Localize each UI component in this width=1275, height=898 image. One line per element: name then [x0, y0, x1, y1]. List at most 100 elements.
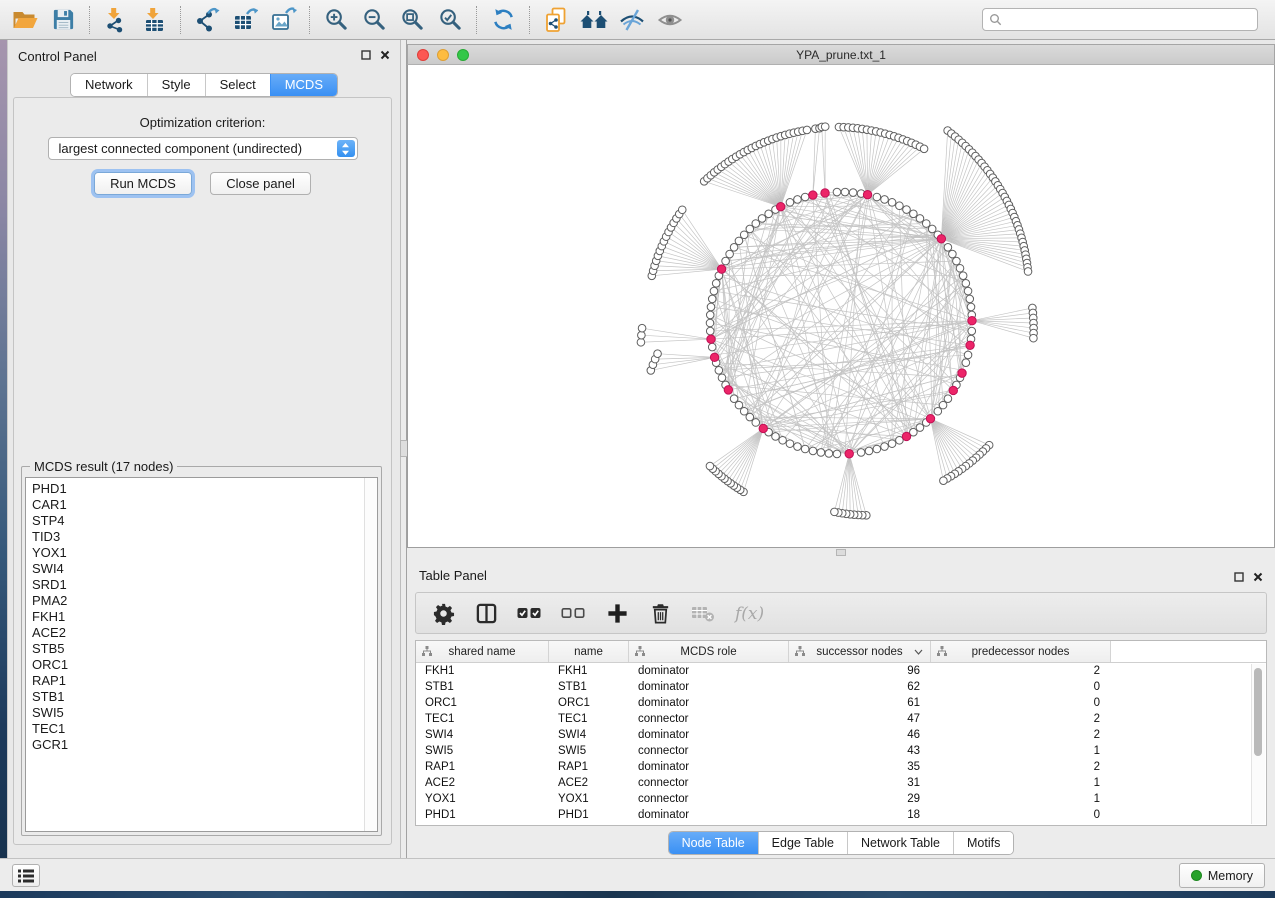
table-row[interactable]: TEC1TEC1connector472 [416, 711, 1266, 727]
mcds-result-node[interactable]: SRD1 [32, 577, 361, 593]
import-table-button[interactable] [137, 5, 171, 35]
mcds-result-node[interactable]: PMA2 [32, 593, 361, 609]
table-row[interactable]: PHD1PHD1dominator180 [416, 807, 1266, 823]
tab-edge-table[interactable]: Edge Table [758, 832, 847, 854]
network-window-titlebar[interactable]: YPA_prune.txt_1 [407, 44, 1275, 65]
mcds-result-list[interactable]: PHD1CAR1STP4TID3YOX1SWI4SRD1PMA2FKH1ACE2… [25, 477, 378, 832]
gear-button[interactable] [430, 598, 456, 628]
table-cell[interactable]: SWI5 [549, 743, 629, 759]
tab-mcds[interactable]: MCDS [270, 74, 337, 96]
table-cell[interactable]: 62 [789, 679, 931, 695]
table-row[interactable]: ORC1ORC1dominator610 [416, 695, 1266, 711]
mcds-result-node[interactable]: YOX1 [32, 545, 361, 561]
float-panel-icon[interactable] [1234, 569, 1244, 587]
table-row[interactable]: RAP1RAP1dominator352 [416, 759, 1266, 775]
mcds-result-node[interactable]: ORC1 [32, 657, 361, 673]
run-mcds-button[interactable]: Run MCDS [94, 172, 192, 195]
zoom-out-button[interactable] [357, 5, 391, 35]
mcds-result-node[interactable]: ACE2 [32, 625, 361, 641]
column-header-shared-name[interactable]: shared name [416, 641, 549, 662]
zoom-fit-button[interactable] [395, 5, 429, 35]
table-row[interactable]: FKH1FKH1dominator962 [416, 663, 1266, 679]
search-box[interactable] [982, 8, 1258, 31]
zoom-in-button[interactable] [319, 5, 353, 35]
table-scrollbar[interactable] [1251, 664, 1265, 824]
mcds-result-node[interactable]: STP4 [32, 513, 361, 529]
table-row[interactable]: SWI5SWI5connector431 [416, 743, 1266, 759]
table-cell[interactable]: YOX1 [549, 791, 629, 807]
table-cell[interactable]: 61 [789, 695, 931, 711]
search-input[interactable] [1006, 12, 1251, 28]
import-network-button[interactable] [99, 5, 133, 35]
table-cell[interactable]: 29 [789, 791, 931, 807]
table-cell[interactable]: ACE2 [549, 775, 629, 791]
close-panel-button[interactable]: Close panel [210, 172, 311, 195]
mcds-result-node[interactable]: RAP1 [32, 673, 361, 689]
mcds-result-node[interactable]: STB5 [32, 641, 361, 657]
table-cell[interactable]: 35 [789, 759, 931, 775]
column-header-successor-nodes[interactable]: successor nodes [789, 641, 931, 662]
table-row[interactable]: ACE2ACE2connector311 [416, 775, 1266, 791]
export-network-button[interactable] [190, 5, 224, 35]
table-cell[interactable]: RAP1 [549, 759, 629, 775]
mcds-result-node[interactable]: TEC1 [32, 721, 361, 737]
mcds-list-scrollbar[interactable] [364, 478, 377, 831]
table-cell[interactable]: 0 [931, 807, 1111, 823]
table-cell[interactable]: PHD1 [416, 807, 549, 823]
column-header-predecessor-nodes[interactable]: predecessor nodes [931, 641, 1111, 662]
export-image-button[interactable] [266, 5, 300, 35]
table-cell[interactable]: PHD1 [549, 807, 629, 823]
column-header-MCDS-role[interactable]: MCDS role [629, 641, 789, 662]
task-history-button[interactable] [12, 864, 40, 887]
export-table-button[interactable] [228, 5, 262, 35]
table-cell[interactable]: 18 [789, 807, 931, 823]
table-row[interactable]: SWI4SWI4dominator462 [416, 727, 1266, 743]
table-cell[interactable]: 0 [931, 695, 1111, 711]
circular-arrows-button[interactable] [486, 5, 520, 35]
table-cell[interactable]: dominator [629, 695, 789, 711]
eye-slash-button[interactable] [615, 5, 649, 35]
table-row[interactable]: STB1STB1dominator620 [416, 679, 1266, 695]
table-cell[interactable]: 31 [789, 775, 931, 791]
vertical-splitter[interactable] [400, 40, 407, 858]
table-cell[interactable]: ORC1 [416, 695, 549, 711]
table-cell[interactable]: dominator [629, 759, 789, 775]
memory-button[interactable]: Memory [1179, 863, 1265, 888]
table-cell[interactable]: TEC1 [416, 711, 549, 727]
table-cell[interactable]: 0 [931, 679, 1111, 695]
columns-button[interactable] [473, 598, 499, 628]
table-cell[interactable]: 2 [931, 711, 1111, 727]
open-folder-button[interactable] [8, 5, 42, 35]
zoom-selected-button[interactable] [433, 5, 467, 35]
tab-style[interactable]: Style [147, 74, 205, 96]
network-canvas[interactable] [407, 65, 1275, 548]
deselect-all-button[interactable] [560, 598, 587, 628]
table-cell[interactable]: dominator [629, 807, 789, 823]
table-cell[interactable]: connector [629, 775, 789, 791]
table-cell[interactable]: dominator [629, 663, 789, 679]
table-cell[interactable]: dominator [629, 727, 789, 743]
table-cell[interactable]: ORC1 [549, 695, 629, 711]
mcds-result-node[interactable]: TID3 [32, 529, 361, 545]
table-scrollbar-thumb[interactable] [1254, 668, 1262, 756]
table-cell[interactable]: dominator [629, 679, 789, 695]
table-cell[interactable]: TEC1 [549, 711, 629, 727]
tab-select[interactable]: Select [205, 74, 270, 96]
mcds-result-node[interactable]: FKH1 [32, 609, 361, 625]
clone-network-button[interactable] [539, 5, 573, 35]
eye-button[interactable] [653, 5, 687, 35]
table-cell[interactable]: 96 [789, 663, 931, 679]
close-panel-icon[interactable] [1253, 569, 1263, 587]
mcds-result-node[interactable]: SWI4 [32, 561, 361, 577]
mcds-result-node[interactable]: PHD1 [32, 481, 361, 497]
mcds-result-node[interactable]: SWI5 [32, 705, 361, 721]
table-cell[interactable]: STB1 [549, 679, 629, 695]
table-cell[interactable]: STB1 [416, 679, 549, 695]
table-cell[interactable]: SWI5 [416, 743, 549, 759]
table-cell[interactable]: YOX1 [416, 791, 549, 807]
save-button[interactable] [46, 5, 80, 35]
table-cell[interactable]: connector [629, 791, 789, 807]
tab-network[interactable]: Network [71, 74, 147, 96]
mcds-result-node[interactable]: GCR1 [32, 737, 361, 753]
table-cell[interactable]: 1 [931, 791, 1111, 807]
